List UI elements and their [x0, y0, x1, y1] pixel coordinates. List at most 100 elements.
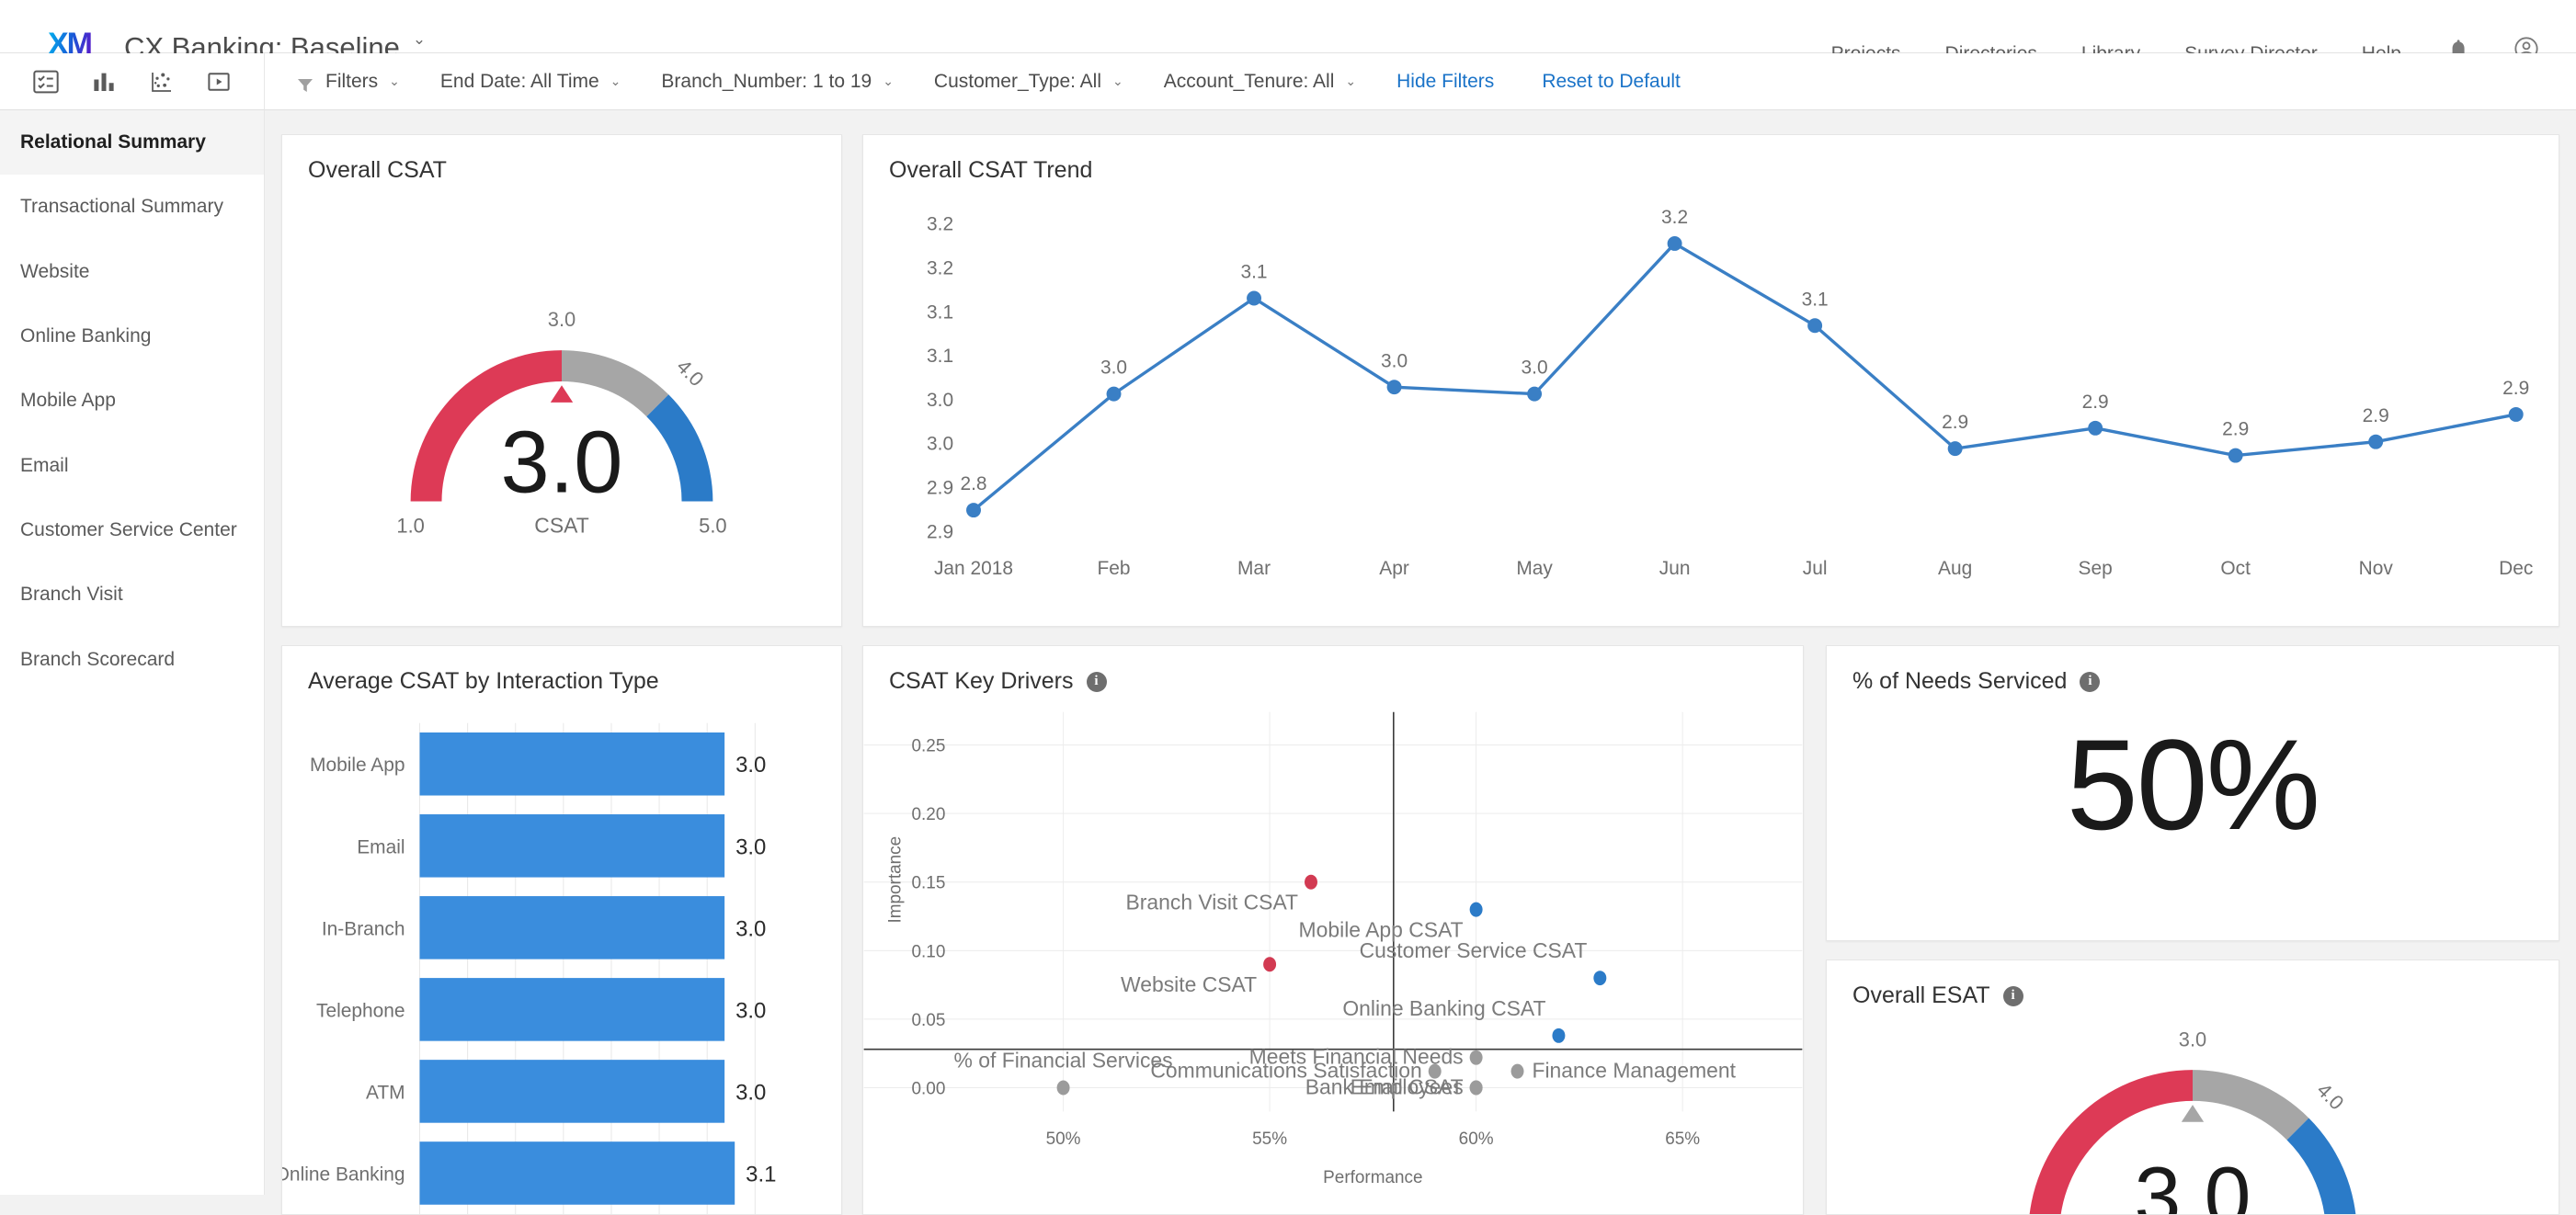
chevron-down-icon: ⌄	[610, 74, 621, 88]
svg-text:3.0: 3.0	[735, 1080, 766, 1105]
svg-text:Jul: Jul	[1803, 558, 1828, 579]
svg-text:Importance: Importance	[886, 836, 906, 924]
svg-text:3.0: 3.0	[1100, 358, 1127, 379]
svg-text:Jun: Jun	[1659, 558, 1691, 579]
chevron-down-icon: ⌄	[883, 74, 894, 88]
svg-text:2.9: 2.9	[2363, 405, 2389, 426]
svg-text:60%: 60%	[1459, 1130, 1494, 1149]
reports-bar-chart-icon[interactable]	[90, 68, 118, 96]
svg-text:Performance: Performance	[1323, 1168, 1422, 1187]
svg-text:0.10: 0.10	[912, 942, 946, 961]
svg-text:3.0: 3.0	[735, 835, 766, 859]
svg-text:ATM: ATM	[366, 1082, 405, 1103]
widget-title-text: % of Needs Serviced	[1852, 668, 2068, 694]
svg-text:Nov: Nov	[2359, 558, 2394, 579]
sidebar-item-label: Transactional Summary	[20, 196, 223, 218]
svg-text:3.0: 3.0	[501, 414, 623, 512]
svg-text:May: May	[1516, 558, 1553, 579]
top-bar: XM CX Banking: Baseline ⌄ Projects Direc…	[0, 0, 2576, 63]
chevron-down-icon: ⌄	[1112, 74, 1123, 88]
avg-csat-bar-chart: Mobile App 3.0 Email 3.0 In-Branch 3.0 Telepho…	[282, 722, 776, 1214]
svg-text:CSAT: CSAT	[534, 513, 588, 537]
svg-text:3.0: 3.0	[927, 434, 953, 455]
sidebar-item-branch-visit[interactable]: Branch Visit	[0, 562, 264, 627]
svg-text:Branch Visit CSAT: Branch Visit CSAT	[1125, 891, 1298, 914]
sidebar-item-label: Online Banking	[20, 325, 152, 347]
svg-text:Apr: Apr	[1379, 558, 1409, 579]
sidebar-item-label: Relational Summary	[20, 131, 206, 153]
svg-text:2.9: 2.9	[2502, 378, 2529, 399]
info-icon[interactable]: i	[2080, 671, 2101, 692]
svg-text:Finance Management: Finance Management	[1532, 1059, 1736, 1083]
filter-account-tenure[interactable]: Account_Tenure: All ⌄	[1164, 71, 1356, 93]
svg-text:Mar: Mar	[1237, 558, 1271, 579]
svg-text:0.05: 0.05	[912, 1011, 946, 1030]
svg-text:5.0: 5.0	[699, 514, 726, 537]
filter-customer-type[interactable]: Customer_Type: All ⌄	[934, 71, 1123, 93]
svg-text:Sep: Sep	[2079, 558, 2113, 579]
widget-overall-csat: Overall CSAT 3.0 4.0 1.0 5.0 3.0 CSAT	[281, 134, 842, 627]
svg-text:3.2: 3.2	[1661, 207, 1688, 228]
svg-text:4.0: 4.0	[672, 355, 708, 391]
widget-overall-csat-trend: Overall CSAT Trend 3.2 3.2 3.1 3.1 3.0 3.0 2.9…	[862, 134, 2559, 627]
sidebar-item-branch-scorecard[interactable]: Branch Scorecard	[0, 628, 264, 692]
survey-builder-icon[interactable]	[31, 67, 61, 97]
filter-branch-number[interactable]: Branch_Number: 1 to 19 ⌄	[661, 71, 894, 93]
sidebar-item-label: Email	[20, 454, 69, 476]
widget-overall-esat: Overall ESAT i 3.0 4.0 3.0	[1826, 960, 2559, 1215]
svg-text:3.0: 3.0	[1522, 358, 1548, 379]
svg-text:3.1: 3.1	[927, 301, 953, 323]
svg-text:0.00: 0.00	[912, 1079, 946, 1098]
csat-trend-line-chart: 3.2 3.2 3.1 3.1 3.0 3.0 2.9 2.9 2.8 3.0 3.1 3.0 3.0 3…	[927, 207, 2533, 579]
hide-filters-button[interactable]: Hide Filters	[1396, 71, 1494, 93]
sidebar-item-label: Mobile App	[20, 390, 116, 412]
sidebar-item-relational-summary[interactable]: Relational Summary	[0, 110, 264, 176]
presentation-play-icon[interactable]	[205, 68, 233, 96]
svg-text:1.0: 1.0	[396, 514, 424, 537]
svg-text:3.0: 3.0	[2135, 1150, 2251, 1214]
svg-text:3.0: 3.0	[1381, 350, 1408, 371]
svg-text:In-Branch: In-Branch	[322, 918, 405, 939]
sidebar-item-mobile-app[interactable]: Mobile App	[0, 369, 264, 433]
svg-text:0.15: 0.15	[912, 874, 946, 893]
reset-to-default-button[interactable]: Reset to Default	[1542, 71, 1681, 93]
top-navigation: Projects Directories Library Survey Dire…	[1831, 0, 2576, 63]
sidebar-item-online-banking[interactable]: Online Banking	[0, 304, 264, 369]
svg-text:65%: 65%	[1665, 1130, 1700, 1149]
svg-text:2.9: 2.9	[927, 478, 953, 499]
svg-text:Website CSAT: Website CSAT	[1121, 972, 1257, 996]
dashboard-tool-strip	[0, 53, 265, 110]
svg-text:Oct: Oct	[2220, 558, 2251, 579]
widget-title: % of Needs Serviced i	[1827, 646, 2559, 695]
svg-text:Telephone: Telephone	[316, 1000, 405, 1021]
svg-text:4.0: 4.0	[2312, 1078, 2348, 1114]
svg-text:0.20: 0.20	[912, 805, 946, 824]
svg-text:Mobile App: Mobile App	[310, 755, 405, 776]
needs-serviced-value: 50%	[2066, 712, 2320, 857]
sidebar-item-transactional-summary[interactable]: Transactional Summary	[0, 175, 264, 239]
sidebar-item-label: Customer Service Center	[20, 519, 237, 541]
svg-text:3.1: 3.1	[1241, 262, 1268, 283]
filters-label: Filters	[325, 70, 379, 92]
svg-text:50%: 50%	[1046, 1130, 1081, 1149]
chevron-down-icon: ⌄	[389, 74, 400, 88]
sidebar-item-label: Branch Scorecard	[20, 648, 176, 670]
filters-menu[interactable]: Filters ⌄	[298, 71, 400, 93]
svg-text:3.1: 3.1	[1802, 289, 1829, 310]
svg-text:Email CSAT: Email CSAT	[1351, 1074, 1464, 1098]
scatter-stats-icon[interactable]	[148, 68, 176, 96]
svg-text:2.9: 2.9	[2222, 419, 2249, 440]
svg-text:% of Financial Services: % of Financial Services	[954, 1049, 1173, 1073]
svg-text:Aug: Aug	[1938, 558, 1972, 579]
dashboard-canvas: Overall CSAT 3.0 4.0 1.0 5.0 3.0 CSAT Overall…	[265, 110, 2576, 1215]
sidebar: Relational Summary Transactional Summary…	[0, 110, 265, 1195]
widget-needs-serviced: % of Needs Serviced i 50%	[1826, 645, 2559, 941]
svg-text:Online Banking CSAT: Online Banking CSAT	[1342, 996, 1545, 1020]
sidebar-item-website[interactable]: Website	[0, 240, 264, 304]
svg-text:3.0: 3.0	[2179, 1028, 2206, 1050]
sidebar-item-customer-service-center[interactable]: Customer Service Center	[0, 498, 264, 562]
filter-end-date[interactable]: End Date: All Time ⌄	[440, 71, 621, 93]
svg-text:55%: 55%	[1252, 1130, 1287, 1149]
sidebar-item-email[interactable]: Email	[0, 434, 264, 498]
chevron-down-icon[interactable]: ⌄	[413, 30, 426, 49]
